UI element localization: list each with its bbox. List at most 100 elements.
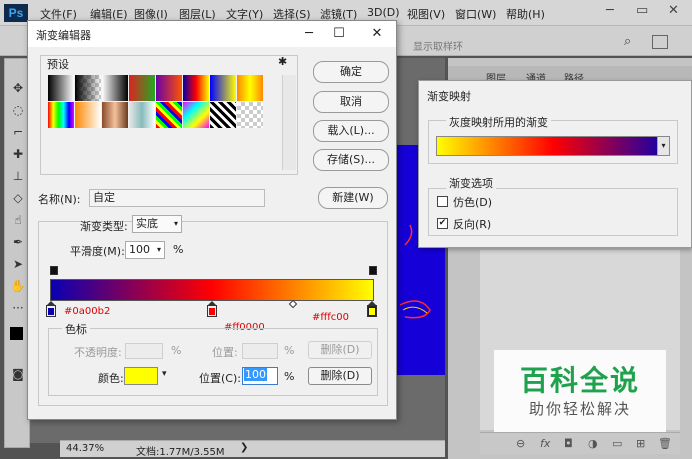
- mask-icon[interactable]: ◘: [564, 437, 573, 450]
- preset-swatch[interactable]: [129, 75, 155, 101]
- presets-label: 预设: [44, 56, 72, 72]
- menu-window[interactable]: 窗口(W): [455, 6, 496, 22]
- name-label: 名称(N):: [38, 193, 81, 206]
- preset-swatch[interactable]: [48, 75, 74, 101]
- smoothness-input[interactable]: 100 ▾: [125, 241, 165, 259]
- delete-color-stop-button[interactable]: 删除(D): [308, 367, 372, 385]
- more-tools-icon[interactable]: ···: [9, 299, 27, 317]
- menu-3d[interactable]: 3D(D): [367, 6, 400, 19]
- chevron-down-icon[interactable]: ▾: [162, 369, 167, 379]
- new-layer-icon[interactable]: ⊞: [636, 437, 645, 450]
- gradient-options-label: 渐变选项: [446, 175, 496, 191]
- close-icon[interactable]: ✕: [668, 3, 679, 18]
- reverse-checkbox[interactable]: ✔: [437, 218, 448, 229]
- minimize-icon[interactable]: ─: [294, 24, 324, 44]
- eraser-tool-icon[interactable]: ◇: [9, 189, 27, 207]
- gradient-preview-bar[interactable]: [50, 279, 374, 301]
- link-layers-icon[interactable]: ⊖: [516, 437, 525, 450]
- watermark-logo: 百科全说 助你轻松解决: [494, 350, 666, 432]
- chevron-down-icon: ▾: [173, 219, 178, 228]
- preset-swatch[interactable]: [156, 75, 182, 101]
- ok-button[interactable]: 确定: [313, 61, 389, 83]
- smoothness-unit: %: [173, 243, 184, 256]
- stop-color-right-label: #fffc00: [312, 312, 350, 323]
- hand-tool-icon[interactable]: ✋: [9, 277, 27, 295]
- gear-icon[interactable]: ✱: [278, 55, 287, 68]
- preset-swatch[interactable]: [102, 75, 128, 101]
- crop-tool-icon[interactable]: ⌐: [9, 123, 27, 141]
- healing-tool-icon[interactable]: ✚: [9, 145, 27, 163]
- color-stop-mid[interactable]: [207, 301, 217, 317]
- opacity-stop-left[interactable]: [50, 266, 58, 275]
- chevron-down-icon: ▾: [156, 245, 161, 254]
- select-arrow-icon[interactable]: ➤: [9, 255, 27, 273]
- color-stop-right[interactable]: [367, 301, 377, 317]
- load-button[interactable]: 载入(L)...: [313, 120, 389, 142]
- stop-color-left-label: #0a00b2: [64, 306, 111, 317]
- gradient-map-bar[interactable]: [436, 136, 670, 156]
- preset-swatch[interactable]: [237, 75, 263, 101]
- dialog-title: 渐变编辑器: [36, 29, 91, 42]
- close-icon[interactable]: ✕: [362, 24, 392, 44]
- dither-label: 仿色(D): [453, 196, 493, 209]
- color-stop-left-fill: [48, 308, 54, 315]
- new-button[interactable]: 新建(W): [318, 187, 388, 209]
- minimize-icon[interactable]: ─: [606, 3, 614, 18]
- foreground-color-swatch[interactable]: [10, 327, 23, 340]
- gradient-editor-titlebar: 渐变编辑器 ─ ☐ ✕: [28, 21, 396, 47]
- gradient-type-label: 渐变类型:: [80, 220, 128, 233]
- restore-icon[interactable]: ▭: [636, 3, 648, 18]
- photoshop-logo: Ps: [4, 4, 28, 22]
- preset-swatches: [48, 75, 263, 131]
- lasso-tool-icon[interactable]: ◌: [9, 101, 27, 119]
- preset-swatch[interactable]: [210, 102, 236, 128]
- maximize-icon[interactable]: ☐: [324, 24, 354, 44]
- document-size: 文档:1.77M/3.55M: [136, 447, 225, 458]
- preset-swatch[interactable]: [183, 102, 209, 128]
- color-stop-right-fill: [369, 308, 375, 315]
- stop-color-swatch[interactable]: [124, 367, 158, 385]
- location-input[interactable]: 100: [242, 367, 278, 385]
- presets-scrollbar[interactable]: [282, 75, 296, 170]
- preset-swatch[interactable]: [210, 75, 236, 101]
- show-sampling-ring-label[interactable]: 显示取样环: [413, 38, 463, 53]
- adjustment-layer-icon[interactable]: ◑: [588, 437, 598, 450]
- opacity-stop-right[interactable]: [369, 266, 377, 275]
- location-unit-disabled: %: [284, 344, 295, 357]
- color-stop-mid-fill: [209, 308, 215, 315]
- stamp-tool-icon[interactable]: ⊥: [9, 167, 27, 185]
- preset-swatch[interactable]: [48, 102, 74, 128]
- watermark-title: 百科全说: [519, 364, 640, 397]
- workspace-icon[interactable]: [652, 35, 668, 49]
- smudge-tool-icon[interactable]: ☝: [9, 211, 27, 229]
- trash-icon[interactable]: 🗑: [658, 437, 672, 450]
- pen-tool-icon[interactable]: ✒: [9, 233, 27, 251]
- gradient-type-select[interactable]: 实底 ▾: [132, 215, 182, 233]
- preset-swatch[interactable]: [183, 75, 209, 101]
- quick-mask-icon[interactable]: ◙: [9, 365, 27, 383]
- location-input-disabled: [242, 343, 278, 359]
- dither-checkbox[interactable]: [437, 196, 448, 207]
- preset-swatch[interactable]: [102, 102, 128, 128]
- preset-swatch[interactable]: [156, 102, 182, 128]
- preset-swatch[interactable]: [129, 102, 155, 128]
- chevron-down-icon[interactable]: ▾: [657, 137, 669, 155]
- move-tool-icon[interactable]: ✥: [9, 79, 27, 97]
- zoom-level[interactable]: 44.37%: [66, 443, 104, 454]
- menu-help[interactable]: 帮助(H): [506, 6, 545, 22]
- save-button[interactable]: 存储(S)...: [313, 149, 389, 171]
- gradient-map-title: 渐变映射: [427, 90, 471, 103]
- name-input[interactable]: 自定: [89, 189, 265, 207]
- menu-view[interactable]: 视图(V): [407, 6, 445, 22]
- fx-icon[interactable]: fx: [540, 437, 550, 450]
- location-label: 位置(C):: [199, 372, 241, 385]
- preset-swatch[interactable]: [237, 102, 263, 128]
- group-icon[interactable]: ▭: [612, 437, 622, 450]
- search-icon[interactable]: ⌕: [624, 34, 631, 49]
- color-stop-left[interactable]: [46, 301, 56, 317]
- cancel-button[interactable]: 取消: [313, 91, 389, 113]
- preset-swatch[interactable]: [75, 75, 101, 101]
- status-arrow-icon[interactable]: ❯: [240, 442, 248, 453]
- preset-swatch[interactable]: [75, 102, 101, 128]
- smoothness-value: 100: [129, 243, 150, 256]
